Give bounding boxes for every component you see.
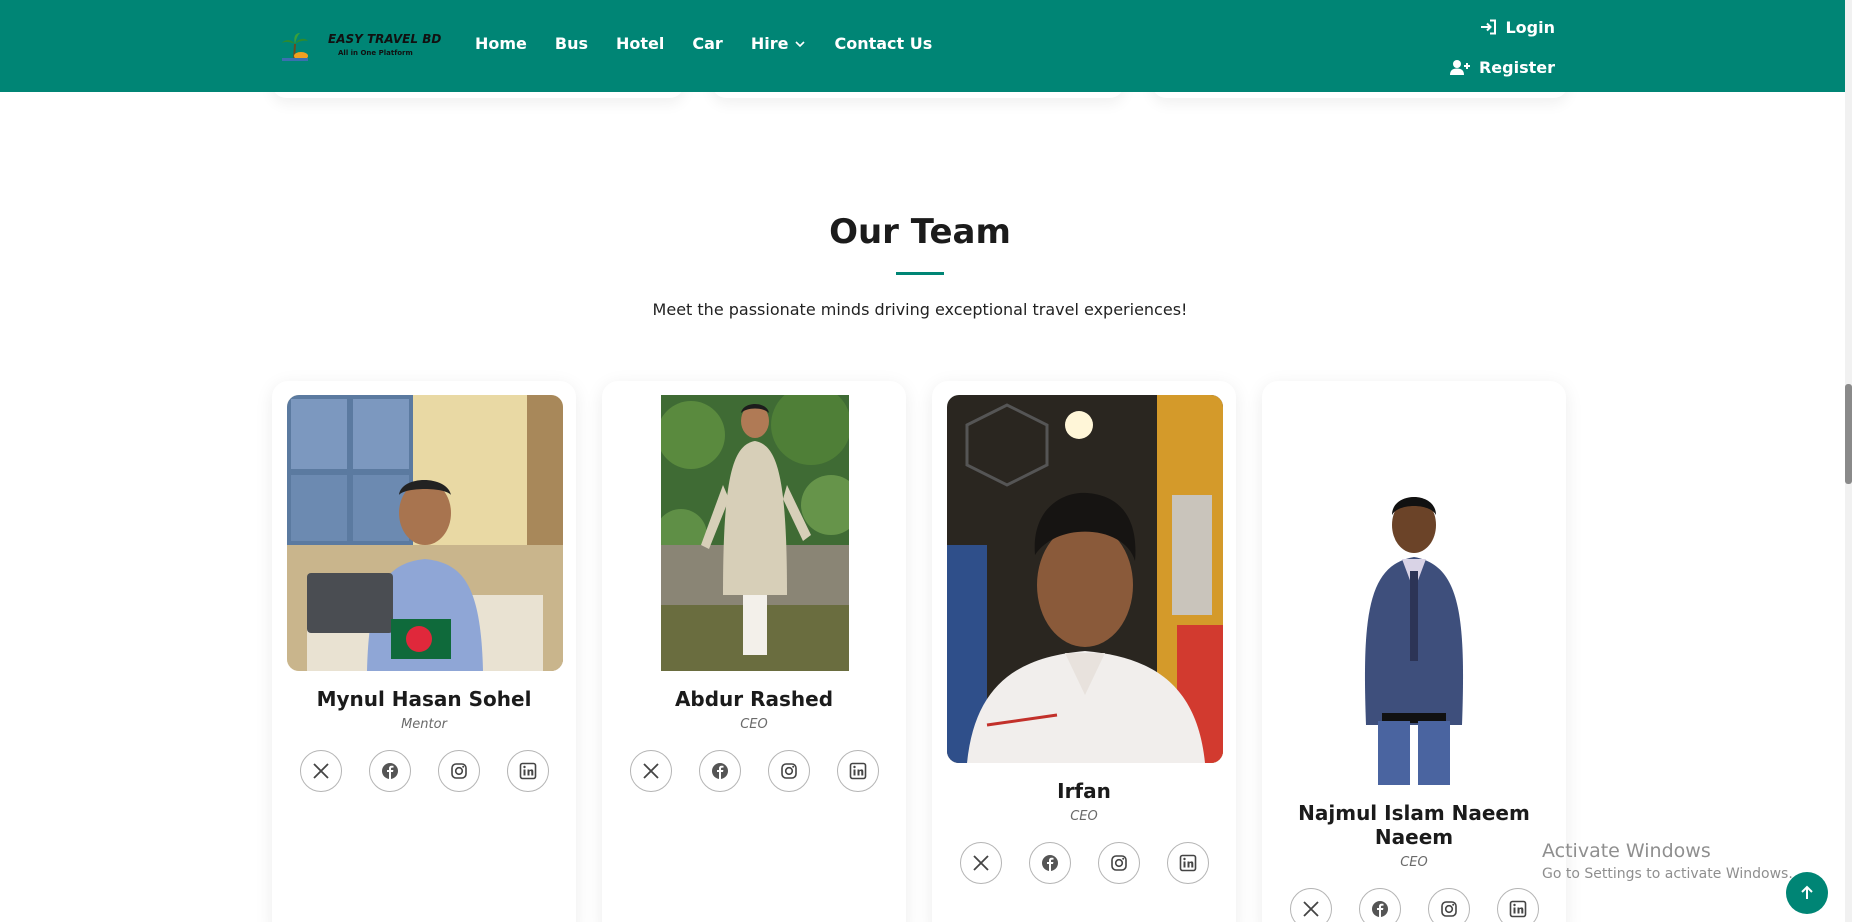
linkedin-icon: [519, 762, 536, 780]
social-links: [272, 750, 576, 792]
member-name: Mynul Hasan Sohel: [316, 687, 532, 711]
linkedin-icon: [1179, 854, 1196, 872]
register-link[interactable]: Register: [1449, 54, 1555, 80]
member-role: CEO: [740, 717, 768, 732]
scrollbar-thumb[interactable]: [1845, 384, 1852, 484]
login-link[interactable]: Login: [1449, 14, 1555, 40]
nav-bus[interactable]: Bus: [555, 34, 588, 53]
linkedin-icon: [849, 762, 866, 780]
linkedin-link[interactable]: [1496, 888, 1539, 922]
member-photo: [287, 395, 563, 671]
nav-contact[interactable]: Contact Us: [834, 34, 932, 53]
social-links: [1262, 888, 1566, 922]
x-icon: [1302, 901, 1319, 917]
x-icon: [972, 855, 989, 871]
facebook-icon: [381, 763, 398, 779]
facebook-link[interactable]: [1358, 888, 1401, 922]
user-plus-icon: [1449, 59, 1470, 75]
section-subtitle: Meet the passionate minds driving except…: [652, 300, 1188, 319]
instagram-icon: [1110, 855, 1127, 871]
member-photo: [1322, 395, 1506, 785]
x-link[interactable]: [1289, 888, 1332, 922]
x-icon: [642, 763, 659, 779]
facebook-link[interactable]: [368, 750, 411, 792]
nav-home[interactable]: Home: [475, 34, 527, 53]
member-photo: [661, 395, 849, 671]
linkedin-icon: [1509, 900, 1526, 918]
x-link[interactable]: [629, 750, 672, 792]
section-title: Our Team: [829, 212, 1011, 252]
linkedin-link[interactable]: [506, 750, 549, 792]
member-photo-image: [661, 395, 849, 671]
page-scrollbar[interactable]: [1845, 0, 1852, 922]
nav-car[interactable]: Car: [692, 34, 722, 53]
instagram-icon: [450, 763, 467, 779]
facebook-link[interactable]: [1028, 842, 1071, 884]
linkedin-link[interactable]: [836, 750, 879, 792]
team-card: Mynul Hasan Sohel Mentor: [272, 381, 576, 922]
auth-links: Login Register: [1449, 14, 1555, 94]
facebook-icon: [1371, 901, 1388, 917]
linkedin-link[interactable]: [1166, 842, 1209, 884]
team-card: Abdur Rashed CEO: [602, 381, 906, 922]
team-card: Najmul Islam Naeem Naeem CEO: [1262, 381, 1566, 922]
instagram-link[interactable]: [767, 750, 810, 792]
chevron-down-icon: [795, 40, 806, 47]
nav-hire-label: Hire: [750, 34, 789, 53]
site-header: EASY TRAVEL BD All in One Platform Home …: [0, 0, 1845, 92]
instagram-icon: [780, 763, 797, 779]
x-link[interactable]: [959, 842, 1002, 884]
instagram-icon: [1440, 901, 1457, 917]
team-card: Irfan CEO: [932, 381, 1236, 922]
facebook-icon: [1041, 855, 1058, 871]
main-nav: Home Bus Hotel Car Hire Contact Us: [475, 34, 960, 53]
member-name: Irfan: [1057, 779, 1111, 803]
register-label: Register: [1478, 57, 1555, 77]
watermark-subtitle: Go to Settings to activate Windows.: [1542, 866, 1793, 882]
watermark-title: Activate Windows: [1542, 840, 1711, 862]
activate-windows-watermark: Activate Windows Go to Settings to activ…: [1542, 840, 1793, 882]
x-icon: [312, 763, 329, 779]
site-logo[interactable]: EASY TRAVEL BD All in One Platform: [276, 26, 444, 66]
member-photo-image: [287, 395, 563, 671]
nav-hire[interactable]: Hire: [751, 34, 807, 53]
back-to-top-button[interactable]: [1786, 872, 1828, 914]
nav-hotel[interactable]: Hotel: [616, 34, 664, 53]
logo-palm-icon: [282, 33, 308, 61]
instagram-link[interactable]: [437, 750, 480, 792]
arrow-up-icon: [1801, 885, 1813, 899]
facebook-link[interactable]: [698, 750, 741, 792]
logo-tagline: All in One Platform: [338, 49, 413, 57]
x-link[interactable]: [299, 750, 342, 792]
logo-title: EASY TRAVEL BD: [328, 32, 442, 46]
member-photo-image: [1322, 395, 1506, 785]
member-role: CEO: [1070, 809, 1098, 824]
member-role: Mentor: [401, 717, 447, 732]
login-label: Login: [1505, 17, 1555, 37]
instagram-link[interactable]: [1097, 842, 1140, 884]
instagram-link[interactable]: [1427, 888, 1470, 922]
member-name: Najmul Islam Naeem Naeem: [1298, 801, 1530, 849]
member-photo-image: [947, 395, 1223, 763]
member-photo: [947, 395, 1223, 763]
member-role: CEO: [1400, 855, 1428, 870]
member-name: Abdur Rashed: [674, 687, 834, 711]
social-links: [932, 842, 1236, 884]
login-icon: [1481, 19, 1497, 35]
social-links: [602, 750, 906, 792]
title-underline: [896, 272, 944, 275]
facebook-icon: [711, 763, 728, 779]
